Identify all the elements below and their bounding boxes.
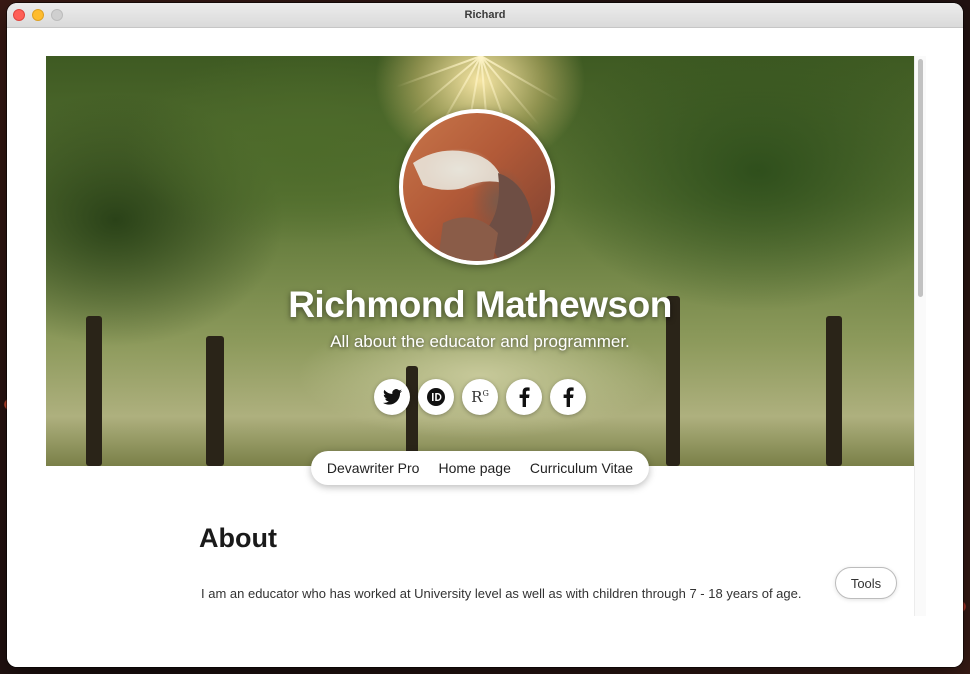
page-viewport: Richmond Mathewson All about the educato…: [7, 28, 963, 667]
researchgate-link[interactable]: RG: [462, 379, 498, 415]
profile-name: Richmond Mathewson: [288, 284, 672, 325]
facebook-link[interactable]: [550, 379, 586, 415]
orcid-link[interactable]: [418, 379, 454, 415]
nav-item-home-page[interactable]: Home page: [438, 460, 510, 476]
twitter-icon: [382, 389, 402, 405]
browser-window: Richard Richmond Mathewson All about the…: [7, 3, 963, 667]
about-text: I am an educator who has worked at Unive…: [201, 586, 802, 601]
nav-menu: Devawriter Pro Home page Curriculum Vita…: [311, 451, 649, 485]
scrollbar-thumb[interactable]: [918, 59, 923, 297]
nav-item-curriculum-vitae[interactable]: Curriculum Vitae: [530, 460, 633, 476]
hero-banner: Richmond Mathewson All about the educato…: [46, 56, 914, 466]
social-links: RG: [46, 379, 914, 415]
profile-avatar: [399, 109, 555, 265]
orcid-icon: [427, 388, 445, 406]
twitter-link[interactable]: [374, 379, 410, 415]
title-bar: Richard: [7, 3, 963, 28]
tools-button[interactable]: Tools: [835, 567, 897, 599]
window-title: Richard: [464, 9, 506, 21]
facebook-link[interactable]: [506, 379, 542, 415]
facebook-icon: [519, 387, 530, 407]
profile-tagline: All about the educator and programmer.: [330, 332, 630, 351]
about-heading: About: [199, 523, 277, 553]
facebook-icon: [563, 387, 574, 407]
vertical-scrollbar[interactable]: [914, 56, 926, 616]
researchgate-icon: RG: [471, 388, 489, 406]
nav-item-devawriter-pro[interactable]: Devawriter Pro: [327, 460, 420, 476]
